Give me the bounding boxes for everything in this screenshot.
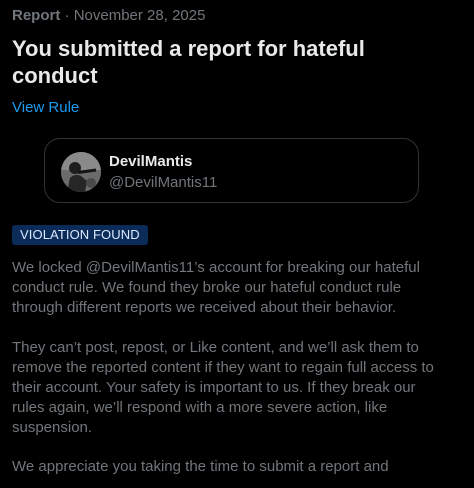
report-date: November 28, 2025	[73, 7, 206, 24]
page-title: You submitted a report for hateful condu…	[12, 36, 365, 88]
meta-separator: ·	[60, 7, 74, 24]
profile-photo-icon	[61, 152, 101, 192]
account-display-name: DevilMantis	[109, 153, 193, 170]
report-label: Report	[12, 7, 61, 24]
report-meta: Report · November 28, 2025	[12, 6, 205, 26]
reported-account-card[interactable]: DevilMantis @DevilMantis11	[44, 138, 419, 203]
body-paragraph-3: We appreciate you taking the time to sub…	[12, 458, 389, 475]
avatar[interactable]	[61, 152, 101, 192]
body-paragraph-2: They can’t post, repost, or Like content…	[12, 339, 434, 436]
account-handle: @DevilMantis11	[109, 174, 218, 191]
violation-status-badge: VIOLATION FOUND	[12, 225, 148, 245]
view-rule-link[interactable]: View Rule	[12, 98, 79, 118]
body-paragraph-1: We locked @DevilMantis11’s account for b…	[12, 259, 420, 316]
